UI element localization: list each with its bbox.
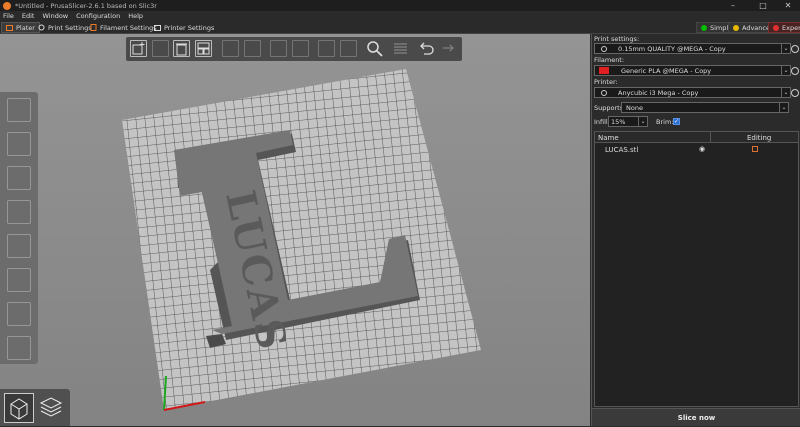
print-settings-gear-icon[interactable] [791,45,799,53]
split-objects-button[interactable] [318,40,335,57]
filament-value: Generic PLA @MEGA - Copy [621,66,712,75]
print-bed-scene: LUCAS [122,69,481,411]
print-settings-select[interactable]: 0.15mm QUALITY @MEGA - Copy ⌄ [594,43,791,54]
column-divider [710,132,711,143]
measure-tool-icon[interactable] [7,336,31,360]
chevron-down-icon: ⌄ [781,88,790,97]
printer-select[interactable]: Anycubic i3 Mega - Copy ⌄ [594,87,791,98]
add-instance-button[interactable] [270,40,287,57]
layers-editing-button[interactable] [392,40,409,57]
infill-value: 15% [611,117,626,126]
tab-label: Printer Settings [164,23,215,32]
plater-icon [6,24,13,31]
delete-all-button[interactable] [173,40,190,57]
tab-label: Plater [16,23,35,32]
object-name: LUCAS.stl [605,146,639,154]
slice-now-button[interactable]: Slice now [592,408,800,426]
print-settings-value: 0.15mm QUALITY @MEGA - Copy [618,44,726,53]
printer-label: Printer: [594,78,618,86]
infill-select[interactable]: 15% ⌄ [608,116,648,127]
chevron-down-icon: ⌄ [779,103,788,112]
gear-icon [38,24,45,31]
copy-button[interactable] [222,40,239,57]
delete-button[interactable] [152,40,169,57]
seam-painting-tool-icon[interactable] [7,302,31,326]
chevron-down-icon: ⌄ [781,66,790,75]
rotate-tool-icon[interactable] [7,166,31,190]
eye-icon[interactable]: ◉ [699,145,705,153]
printer-value: Anycubic i3 Mega - Copy [618,88,699,97]
right-sidebar: Print settings: 0.15mm QUALITY @MEGA - C… [591,34,800,426]
chevron-down-icon: ⌄ [638,117,647,126]
layers-icon [39,397,63,417]
menu-bar: File Edit Window Configuration Help [0,11,800,21]
mode-label: Expert [782,23,800,32]
column-header-editing[interactable]: Editing [747,134,771,142]
arrange-button[interactable] [195,40,212,57]
brim-label: Brim: [656,118,674,126]
cube-icon [10,398,28,420]
filament-gear-icon[interactable] [791,67,799,75]
close-button[interactable]: ✕ [777,0,799,11]
column-header-name[interactable]: Name [598,134,619,142]
add-object-button[interactable] [130,40,147,57]
move-tool-icon[interactable] [7,98,31,122]
printer-gear-icon[interactable] [791,89,799,97]
print-preset-icon [601,45,607,52]
top-toolbar [126,37,462,61]
3d-viewport[interactable]: LUCAS [0,34,590,426]
filament-color-swatch[interactable] [599,67,609,74]
supports-select[interactable]: None ⌄ [621,102,789,113]
advanced-mode-dot-icon [733,24,739,31]
supports-value: None [626,103,643,112]
split-parts-button[interactable] [340,40,357,57]
remove-instance-button[interactable] [292,40,309,57]
menu-help[interactable]: Help [128,12,143,20]
paint-supports-tool-icon[interactable] [7,268,31,292]
table-row[interactable]: LUCAS.stl ◉ [595,144,798,155]
printer-preset-icon [601,89,607,96]
minimize-button[interactable]: – [722,0,744,11]
scale-tool-icon[interactable] [7,132,31,156]
menu-file[interactable]: File [3,12,14,20]
tab-bar: Plater Print Settings Filament Settings … [0,21,800,34]
filament-select[interactable]: Generic PLA @MEGA - Copy ⌄ [594,65,791,76]
expert-mode-dot-icon [773,24,779,31]
cut-tool-icon[interactable] [7,234,31,258]
brim-checkbox[interactable]: ✓ [673,118,680,125]
print-bed [122,69,481,410]
3d-view-button[interactable] [4,393,34,423]
prusaslicer-logo-icon [3,1,11,10]
mode-expert-button[interactable]: Expert [768,22,800,33]
filament-label: Filament: [594,56,625,64]
redo-button[interactable] [440,40,457,57]
view-toggle [0,389,70,426]
printer-icon [154,24,161,31]
search-button[interactable] [366,40,383,57]
window-title: *Untitled - PrusaSlicer-2.6.1 based on S… [15,1,157,10]
menu-configuration[interactable]: Configuration [76,12,120,20]
left-toolbar [0,92,38,364]
object-list: Name Editing LUCAS.stl ◉ [594,131,799,407]
tab-label: Filament Settings [100,23,157,32]
menu-window[interactable]: Window [42,12,68,20]
undo-button[interactable] [418,40,435,57]
preview-button[interactable] [37,393,67,423]
title-bar: *Untitled - PrusaSlicer-2.6.1 based on S… [0,0,800,11]
paste-button[interactable] [244,40,261,57]
maximize-button[interactable]: □ [752,0,774,11]
spool-icon [90,24,97,31]
object-list-header: Name Editing [595,132,798,143]
tab-printer-settings[interactable]: Printer Settings [150,22,218,33]
place-on-face-tool-icon[interactable] [7,200,31,224]
edit-icon[interactable] [752,146,758,152]
simple-mode-dot-icon [701,24,707,31]
menu-edit[interactable]: Edit [22,12,35,20]
print-settings-label: Print settings: [594,35,640,43]
chevron-down-icon: ⌄ [781,44,790,53]
